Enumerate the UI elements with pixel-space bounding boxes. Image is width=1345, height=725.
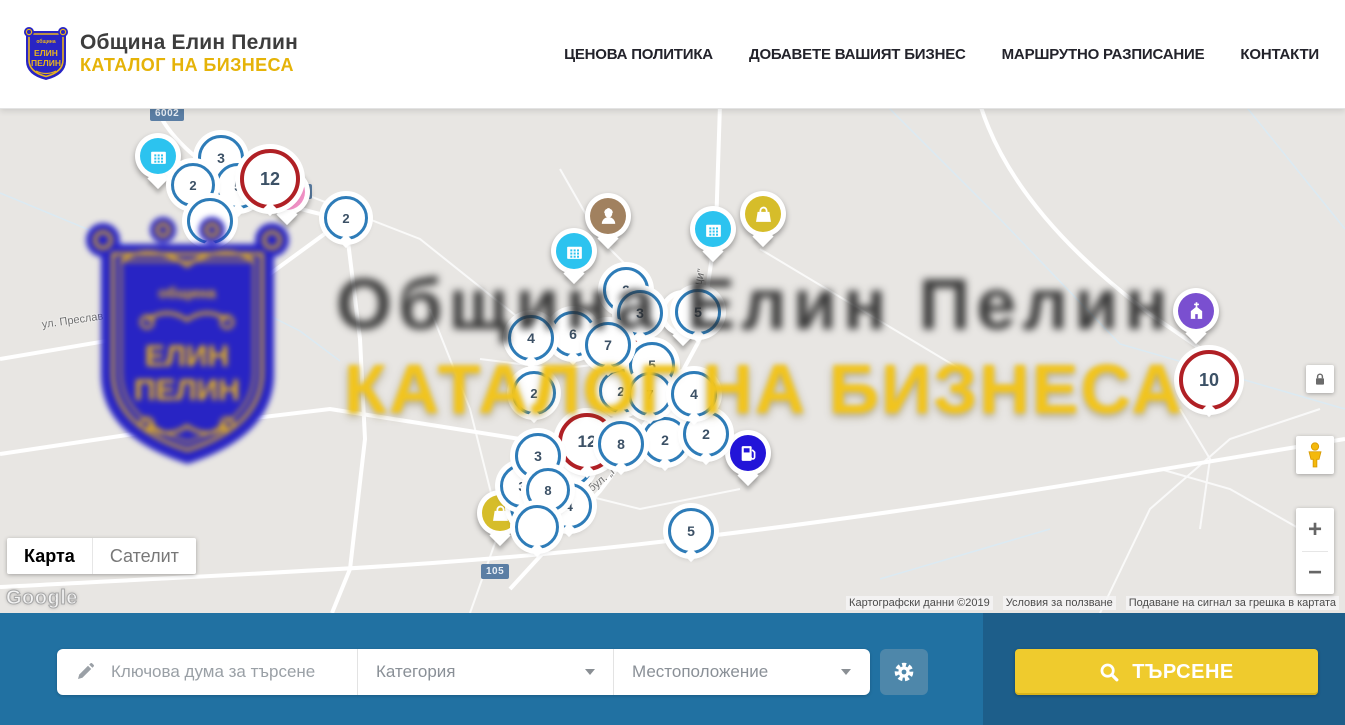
header: община ЕЛИН ПЕЛИН Община Елин Пелин КАТА… xyxy=(0,0,1345,109)
bag-icon xyxy=(490,503,511,524)
brand-title: Община Елин Пелин xyxy=(80,31,298,55)
bag-pin[interactable] xyxy=(740,191,786,237)
fuel-pin[interactable] xyxy=(725,430,771,476)
cluster-marker[interactable]: 12 xyxy=(240,149,300,209)
attribution-report-link[interactable]: Подаване на сигнал за грешка в картата xyxy=(1126,596,1339,610)
fuel-icon xyxy=(738,443,759,464)
svg-text:ПЕЛИН: ПЕЛИН xyxy=(31,58,61,68)
nav-pricing[interactable]: ЦЕНОВА ПОЛИТИКА xyxy=(564,46,713,63)
cluster-marker[interactable]: 5 xyxy=(675,289,721,335)
cluster-marker[interactable]: 2 xyxy=(512,371,556,415)
lock-icon xyxy=(1312,371,1328,387)
search-button-label: ТЪРСЕНЕ xyxy=(1132,661,1234,684)
municipality-logo-icon: община ЕЛИН ПЕЛИН xyxy=(22,25,70,83)
category-select[interactable]: Категория xyxy=(357,649,613,695)
building-icon xyxy=(703,219,724,240)
road-label: 105 xyxy=(481,564,509,579)
building-pin[interactable] xyxy=(551,228,597,274)
nav-contacts[interactable]: КОНТАКТИ xyxy=(1240,46,1319,63)
location-select[interactable]: Местоположение xyxy=(613,649,869,695)
building-icon xyxy=(148,146,169,167)
svg-text:община: община xyxy=(36,38,55,45)
search-fields: Категория Местоположение xyxy=(57,649,870,695)
svg-text:ЕЛИН: ЕЛИН xyxy=(34,48,58,58)
cluster-marker[interactable]: 2 xyxy=(324,196,368,240)
cluster-marker[interactable]: 4 xyxy=(671,371,717,417)
worker-icon xyxy=(598,206,619,227)
zoom-in-button[interactable]: + xyxy=(1296,509,1334,551)
nav-schedule[interactable]: МАРШРУТНО РАЗПИСАНИЕ xyxy=(1002,46,1205,63)
worker-pin[interactable] xyxy=(585,193,631,239)
map-type-map-button[interactable]: Карта xyxy=(7,538,92,574)
zoom-control: + − xyxy=(1296,508,1334,594)
google-logo[interactable]: Google xyxy=(6,587,78,610)
category-value: Категория xyxy=(376,662,455,682)
keyword-input[interactable] xyxy=(109,661,339,683)
advanced-settings-button[interactable] xyxy=(880,649,928,695)
attribution-copyright: Картографски данни ©2019 xyxy=(846,596,993,610)
cluster-marker[interactable] xyxy=(187,198,233,244)
search-button[interactable]: ТЪРСЕНЕ xyxy=(1015,649,1318,695)
cluster-marker[interactable]: 5 xyxy=(668,508,714,554)
cluster-marker[interactable]: 4 xyxy=(508,315,554,361)
nav-add-business[interactable]: ДОБАВЕТЕ ВАШИЯТ БИЗНЕС xyxy=(749,46,966,63)
cluster-marker[interactable]: 10 xyxy=(1179,350,1239,410)
road-label: 6002 xyxy=(150,109,184,121)
attribution-terms-link[interactable]: Условия за ползване xyxy=(1003,596,1116,610)
pencil-icon xyxy=(75,662,95,682)
pegman-control[interactable] xyxy=(1296,436,1334,474)
search-bar: Категория Местоположение ТЪРСЕНЕ xyxy=(0,613,1345,725)
bag-icon xyxy=(753,204,774,225)
main-nav: ЦЕНОВА ПОЛИТИКА ДОБАВЕТЕ ВАШИЯТ БИЗНЕС М… xyxy=(564,46,1319,63)
building-pin[interactable] xyxy=(690,206,736,252)
map-canvas[interactable]: 3212522356471352274812822333834510600261… xyxy=(0,109,1345,613)
keyword-field[interactable] xyxy=(57,649,357,695)
gear-icon xyxy=(892,660,916,684)
zoom-out-button[interactable]: − xyxy=(1296,552,1334,594)
brand-subtitle: КАТАЛОГ НА БИЗНЕСА xyxy=(80,55,298,77)
search-icon xyxy=(1099,662,1120,683)
map-type-control: Карта Сателит xyxy=(7,538,196,574)
location-value: Местоположение xyxy=(632,662,768,682)
building-icon xyxy=(564,241,585,262)
map-attribution: Картографски данни ©2019 Условия за полз… xyxy=(846,596,1339,610)
brand[interactable]: община ЕЛИН ПЕЛИН Община Елин Пелин КАТА… xyxy=(22,25,298,83)
lock-control[interactable] xyxy=(1306,365,1334,393)
cluster-marker[interactable]: 7 xyxy=(585,322,631,368)
church-icon xyxy=(1186,301,1207,322)
pegman-icon xyxy=(1304,442,1326,468)
chevron-down-icon xyxy=(841,669,851,675)
cluster-marker[interactable]: 8 xyxy=(598,421,644,467)
church-pin[interactable] xyxy=(1173,288,1219,334)
cluster-marker[interactable] xyxy=(515,505,559,549)
map-type-satellite-button[interactable]: Сателит xyxy=(92,538,196,574)
chevron-down-icon xyxy=(585,669,595,675)
cluster-marker[interactable]: 7 xyxy=(628,372,672,416)
